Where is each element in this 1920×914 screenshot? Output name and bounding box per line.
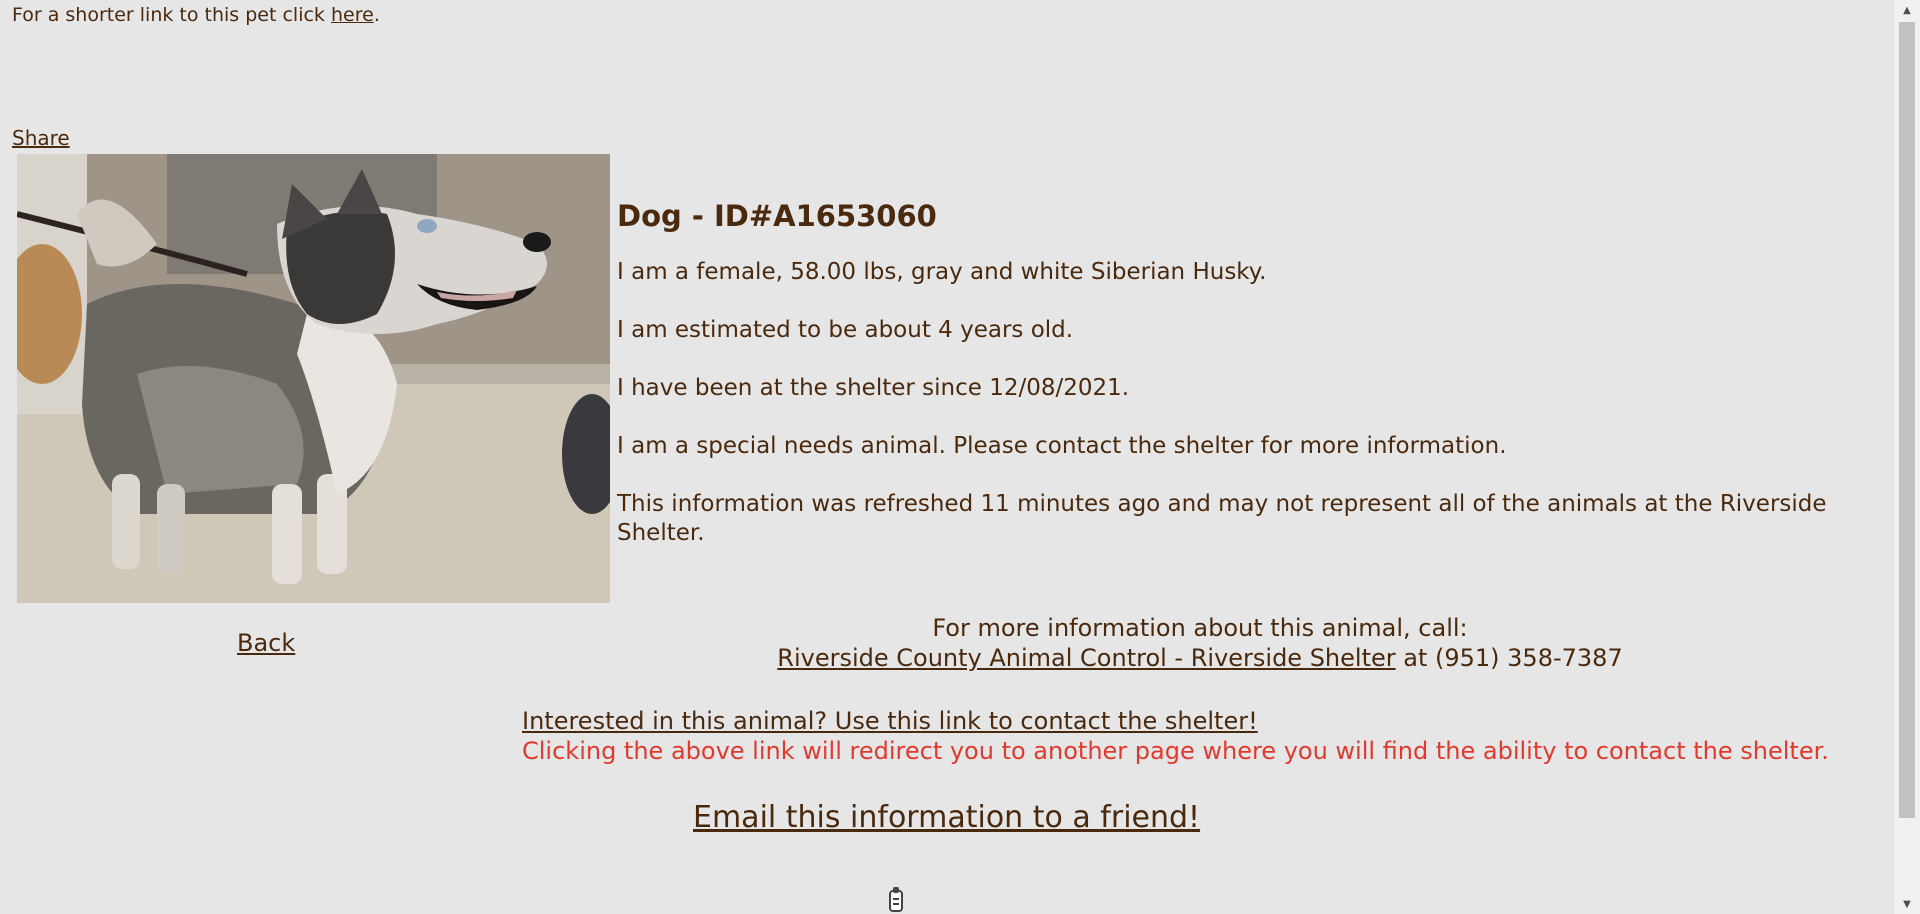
animal-photo [17,154,610,603]
animal-age: I am estimated to be about 4 years old. [617,317,1074,343]
husky-photo-icon [17,154,610,603]
shorter-link-period: . [373,4,380,26]
redirect-note: Clicking the above link will redirect yo… [522,737,1829,765]
shorter-link-line: For a shorter link to this pet click her… [12,3,380,27]
contact-intro: For more information about this animal, … [932,614,1468,642]
page: For a shorter link to this pet click her… [0,0,1894,914]
animal-info: Dog - ID#A1653060 I am a female, 58.00 l… [617,196,1837,577]
scrollbar-thumb[interactable] [1899,22,1915,818]
contact-block: For more information about this animal, … [600,613,1800,673]
email-friend-link[interactable]: Email this information to a friend! [693,798,1200,838]
refresh-notice: This information was refreshed 11 minute… [617,491,1827,546]
back-link[interactable]: Back [237,628,295,658]
vertical-scrollbar[interactable]: ▲ ▼ [1893,0,1920,914]
animal-shelter-since: I have been at the shelter since 12/08/2… [617,375,1130,401]
contact-shelter-link[interactable]: Interested in this animal? Use this link… [522,707,1258,735]
share-widget-icon[interactable] [885,885,907,914]
shorter-link-here[interactable]: here [331,4,374,26]
scroll-up-arrow-icon[interactable]: ▲ [1894,0,1920,20]
shelter-link[interactable]: Riverside County Animal Control - Rivers… [777,644,1395,672]
shelter-phone: at (951) 358-7387 [1395,644,1623,672]
contact-line: Riverside County Animal Control - Rivers… [600,643,1800,673]
animal-title: Dog - ID#A1653060 [617,199,937,233]
scroll-down-arrow-icon[interactable]: ▼ [1894,894,1920,914]
share-link[interactable]: Share [12,126,70,150]
interest-block: Interested in this animal? Use this link… [522,706,1882,766]
animal-special-needs: I am a special needs animal. Please cont… [617,433,1507,459]
animal-description: I am a female, 58.00 lbs, gray and white… [617,259,1267,285]
shorter-link-text: For a shorter link to this pet click [12,4,331,26]
